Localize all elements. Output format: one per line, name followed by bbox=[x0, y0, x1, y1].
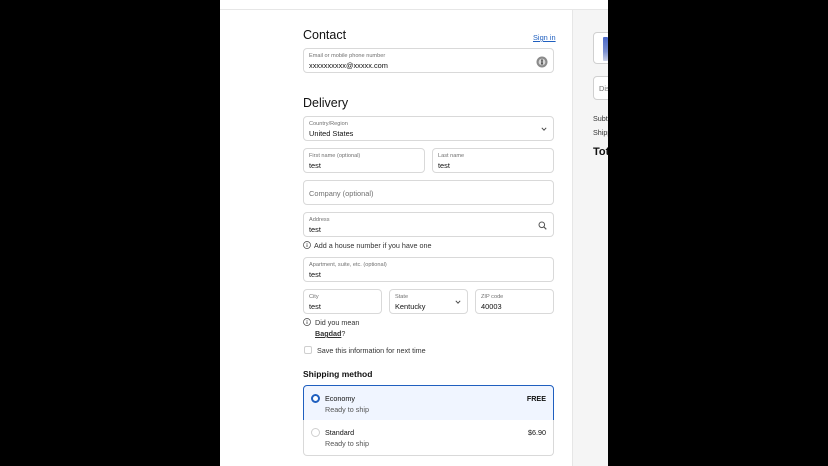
first-name-value: test bbox=[309, 161, 321, 170]
contact-heading: Contact bbox=[303, 28, 347, 42]
last-name-field[interactable]: Last name test bbox=[432, 148, 554, 173]
apartment-label: Apartment, suite, etc. (optional) bbox=[309, 262, 387, 268]
discount-placeholder: Dis bbox=[599, 84, 608, 93]
order-summary-panel: Dis Subto Shipp Tota bbox=[572, 10, 608, 466]
state-value: Kentucky bbox=[395, 302, 426, 311]
apartment-value: test bbox=[309, 270, 321, 279]
shipping-method-heading: Shipping method bbox=[303, 369, 373, 379]
city-field[interactable]: City test bbox=[303, 289, 382, 314]
delivery-heading: Delivery bbox=[303, 96, 349, 110]
country-select[interactable]: Country/Region United States bbox=[303, 116, 554, 141]
subtotal-label: Subto bbox=[593, 114, 608, 123]
autofill-key-icon[interactable] bbox=[536, 55, 548, 68]
radio-unselected-icon[interactable] bbox=[311, 428, 320, 437]
city-label: City bbox=[309, 294, 319, 300]
product-thumbnail bbox=[593, 32, 608, 64]
shipping-option-price: $6.90 bbox=[528, 428, 546, 437]
top-bar bbox=[220, 0, 608, 10]
country-label: Country/Region bbox=[309, 121, 348, 127]
info-icon bbox=[303, 318, 311, 326]
radio-selected-icon[interactable] bbox=[311, 394, 320, 403]
shipping-option-name: Standard bbox=[325, 428, 355, 437]
zip-value: 40003 bbox=[481, 302, 502, 311]
checkout-page: Contact Sign in Email or mobile phone nu… bbox=[220, 0, 608, 466]
state-select[interactable]: State Kentucky bbox=[389, 289, 468, 314]
shipping-option-price: FREE bbox=[526, 394, 546, 403]
total-label: Tota bbox=[593, 146, 608, 158]
company-placeholder: Company (optional) bbox=[309, 189, 374, 198]
shipping-option-sub: Ready to ship bbox=[325, 439, 369, 448]
address-value: test bbox=[309, 225, 321, 234]
did-you-mean-text: Did you mean bbox=[315, 318, 360, 327]
zip-label: ZIP code bbox=[481, 294, 504, 300]
suggestion-link[interactable]: Bagdad bbox=[315, 329, 341, 338]
email-field[interactable]: Email or mobile phone number xxxxxxxxxx@… bbox=[303, 48, 554, 73]
shipping-option-standard[interactable]: Standard Ready to ship $6.90 bbox=[303, 420, 554, 456]
discount-code-input[interactable]: Dis bbox=[593, 76, 608, 100]
chevron-down-icon bbox=[455, 300, 461, 304]
country-value: United States bbox=[309, 129, 354, 138]
product-image bbox=[603, 37, 608, 61]
zip-field[interactable]: ZIP code 40003 bbox=[475, 289, 554, 314]
suggestion-suffix: ? bbox=[341, 329, 346, 338]
info-icon bbox=[303, 241, 311, 249]
first-name-field[interactable]: First name (optional) test bbox=[303, 148, 425, 173]
state-label: State bbox=[395, 294, 409, 300]
last-name-label: Last name bbox=[438, 153, 465, 159]
apartment-field[interactable]: Apartment, suite, etc. (optional) test bbox=[303, 257, 554, 282]
first-name-label: First name (optional) bbox=[309, 153, 361, 159]
chevron-down-icon bbox=[541, 127, 547, 131]
address-label: Address bbox=[309, 217, 330, 223]
search-icon[interactable] bbox=[538, 221, 547, 230]
last-name-value: test bbox=[438, 161, 450, 170]
sign-in-link[interactable]: Sign in bbox=[533, 33, 556, 42]
shipping-option-economy[interactable]: Economy Ready to ship FREE bbox=[303, 385, 554, 421]
address-field[interactable]: Address test bbox=[303, 212, 554, 237]
company-field[interactable]: Company (optional) bbox=[303, 180, 554, 205]
save-info-checkbox[interactable] bbox=[304, 346, 312, 354]
address-suggestion: Bagdad? bbox=[315, 329, 345, 338]
shipping-option-sub: Ready to ship bbox=[325, 405, 369, 414]
email-value: xxxxxxxxxx@xxxxx.com bbox=[309, 61, 388, 70]
email-label: Email or mobile phone number bbox=[309, 53, 386, 59]
shipping-label: Shipp bbox=[593, 128, 608, 137]
city-value: test bbox=[309, 302, 321, 311]
house-number-note: Add a house number if you have one bbox=[314, 241, 432, 250]
save-info-label: Save this information for next time bbox=[317, 346, 426, 355]
shipping-option-name: Economy bbox=[325, 394, 355, 403]
